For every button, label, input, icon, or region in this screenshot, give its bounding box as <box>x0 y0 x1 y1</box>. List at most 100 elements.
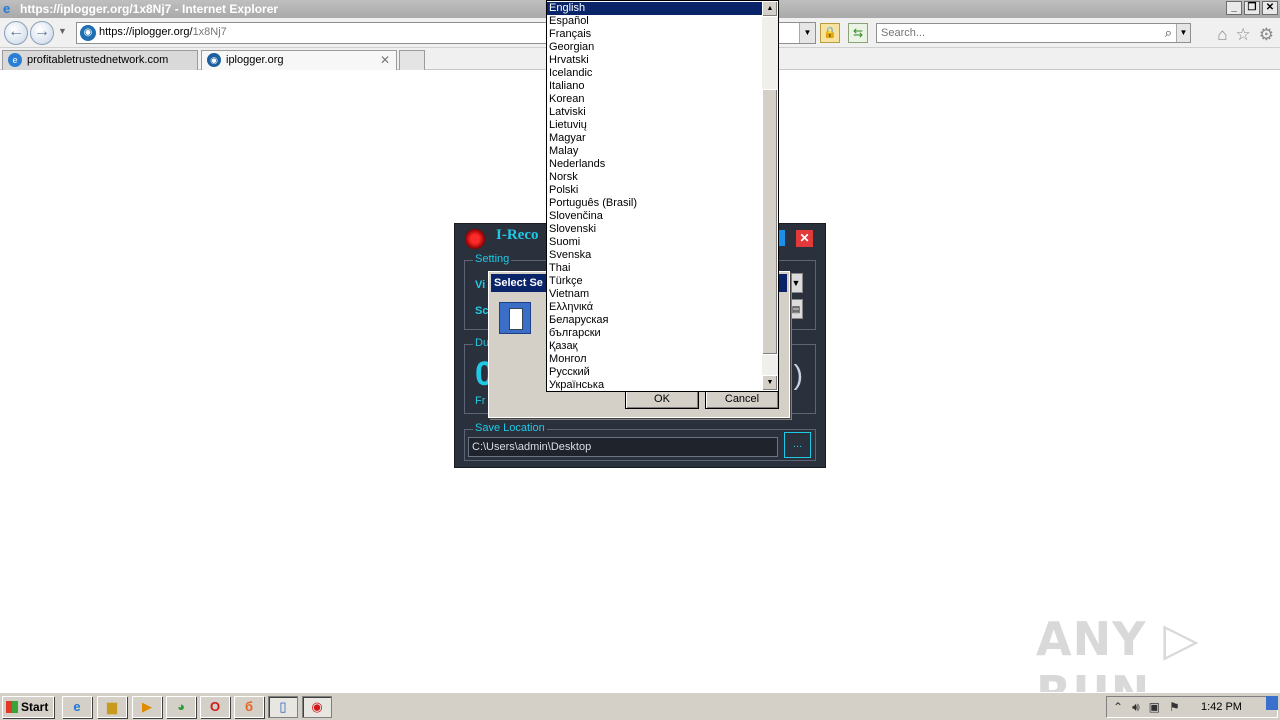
language-option[interactable]: български <box>547 327 763 340</box>
video-setting-label: Vi <box>475 279 486 291</box>
cancel-button[interactable]: Cancel <box>705 389 779 409</box>
language-option[interactable]: Українська <box>547 379 763 391</box>
volume-icon[interactable]: 🔊︎ <box>1132 697 1140 717</box>
site-favicon-icon: ◉ <box>207 53 221 67</box>
language-option[interactable]: Slovenski <box>547 223 763 236</box>
back-button[interactable]: ← <box>4 21 28 45</box>
language-option[interactable]: Korean <box>547 93 763 106</box>
language-option[interactable]: Français <box>547 28 763 41</box>
save-location-group: Save Location C:\Users\admin\Desktop ... <box>464 422 816 461</box>
duration-right-glyph: ) <box>793 359 803 390</box>
language-option[interactable]: Hrvatski <box>547 54 763 67</box>
language-dropdown-list[interactable]: English Español Français Georgian Hrvatski Ic… <box>546 0 779 392</box>
language-option[interactable]: Polski <box>547 184 763 197</box>
search-box[interactable]: ⌕ ▼ <box>876 23 1191 43</box>
home-icon[interactable]: ⌂ <box>1217 25 1227 45</box>
action-center-flag-icon[interactable]: ⚑ <box>1169 697 1180 717</box>
language-option[interactable]: Беларуская <box>547 314 763 327</box>
tab-profitabletrustednetwork[interactable]: e profitabletrustednetwork.com <box>2 50 198 70</box>
browser-command-icons: ⌂ ☆ ⚙ <box>1217 25 1274 45</box>
restore-button[interactable]: ❐ <box>1244 1 1260 15</box>
scroll-up-arrow-icon[interactable]: ▲ <box>762 1 778 17</box>
language-option[interactable]: Suomi <box>547 236 763 249</box>
language-options: English Español Français Georgian Hrvatski Ic… <box>547 2 763 391</box>
language-option[interactable]: Icelandic <box>547 67 763 80</box>
dialog-app-icon <box>499 302 531 334</box>
search-input[interactable] <box>881 24 1151 42</box>
taskbar-setup-icon[interactable]: ▯ <box>268 696 298 718</box>
tab-iplogger[interactable]: ◉ iplogger.org ✕ <box>201 50 397 70</box>
source-picker-icon[interactable]: ▤ <box>789 299 803 319</box>
tab-label: iplogger.org <box>226 54 284 66</box>
app-minimize-button[interactable] <box>779 230 785 246</box>
language-option[interactable]: Svenska <box>547 249 763 262</box>
taskbar-recorder-icon[interactable]: ◉ <box>302 696 332 718</box>
address-text[interactable]: https://iplogger.org/1x8Nj7 <box>99 26 227 38</box>
language-option[interactable]: Italiano <box>547 80 763 93</box>
language-option[interactable]: Nederlands <box>547 158 763 171</box>
video-dropdown-icon[interactable]: ▼ <box>789 273 803 293</box>
language-option[interactable]: Magyar <box>547 132 763 145</box>
language-option[interactable]: Монгол <box>547 353 763 366</box>
scroll-down-arrow-icon[interactable]: ▼ <box>762 375 778 391</box>
language-option[interactable]: Thai <box>547 262 763 275</box>
system-tray: ⌃ 🔊︎ ▣ ⚑ 1:42 PM <box>1106 696 1278 718</box>
frame-label: Fr <box>475 395 486 407</box>
window-title: https://iplogger.org/1x8Nj7 - Internet E… <box>20 2 279 16</box>
close-window-button[interactable]: ✕ <box>1262 1 1278 15</box>
recent-pages-dropdown-icon[interactable]: ▼ <box>58 26 67 36</box>
language-option[interactable]: Türkçe <box>547 275 763 288</box>
language-option[interactable]: Español <box>547 15 763 28</box>
language-option[interactable]: Русский <box>547 366 763 379</box>
site-favicon-icon: ◉ <box>80 25 96 41</box>
language-option[interactable]: Georgian <box>547 41 763 54</box>
close-tab-icon[interactable]: ✕ <box>380 51 390 69</box>
tab-label: profitabletrustednetwork.com <box>27 54 169 66</box>
forward-button[interactable]: → <box>30 21 54 45</box>
language-option[interactable]: Ελληνικά <box>547 301 763 314</box>
language-list-scrollbar[interactable]: ▲ ▼ <box>762 1 778 391</box>
search-icon[interactable]: ⌕ <box>1165 25 1172 41</box>
scroll-thumb[interactable] <box>762 89 778 355</box>
favorites-star-icon[interactable]: ☆ <box>1236 25 1251 45</box>
app-close-button[interactable]: ✕ <box>796 230 813 247</box>
settings-gear-icon[interactable]: ⚙ <box>1259 25 1274 45</box>
taskbar-explorer-icon[interactable]: ▆ <box>97 696 127 718</box>
ok-button[interactable]: OK <box>625 389 699 409</box>
language-option[interactable]: Português (Brasil) <box>547 197 763 210</box>
taskbar-browser-b-icon[interactable]: б <box>234 696 264 718</box>
taskbar-ie-icon[interactable]: e <box>62 696 92 718</box>
taskbar: Start e ▆ ▶ ◕ O б ▯ ◉ ⌃ 🔊︎ ▣ ⚑ 1:42 PM <box>0 692 1280 720</box>
language-option[interactable]: English <box>547 2 763 15</box>
network-icon[interactable]: ▣ <box>1149 697 1160 717</box>
show-hidden-icons-icon[interactable]: ⌃ <box>1113 697 1123 717</box>
save-location-legend: Save Location <box>473 422 547 434</box>
language-option[interactable]: Norsk <box>547 171 763 184</box>
tray-icons: ⌃ 🔊︎ ▣ ⚑ <box>1113 697 1180 717</box>
minimize-button[interactable]: _ <box>1226 1 1242 15</box>
compatibility-refresh-icon[interactable]: ⇆ <box>848 23 868 43</box>
language-option[interactable]: Malay <box>547 145 763 158</box>
ie-page-icon: e <box>8 53 22 67</box>
window-controls: _ ❐ ✕ <box>1226 1 1278 15</box>
browse-folder-button[interactable]: ... <box>784 432 811 458</box>
address-dropdown-icon[interactable]: ▼ <box>799 23 815 43</box>
taskbar-chrome-icon[interactable]: ◕ <box>166 696 196 718</box>
start-label: Start <box>21 700 49 714</box>
new-tab-button[interactable] <box>399 50 425 70</box>
language-option[interactable]: Latviski <box>547 106 763 119</box>
language-option[interactable]: Slovenčina <box>547 210 763 223</box>
start-button[interactable]: Start <box>2 696 54 718</box>
language-option[interactable]: Қазақ <box>547 340 763 353</box>
app-title: I-Reco <box>496 227 539 243</box>
clock[interactable]: 1:42 PM <box>1201 697 1242 717</box>
show-desktop-button[interactable] <box>1266 696 1278 710</box>
language-option[interactable]: Lietuvių <box>547 119 763 132</box>
search-provider-dropdown-icon[interactable]: ▼ <box>1176 24 1190 42</box>
taskbar-opera-icon[interactable]: O <box>200 696 230 718</box>
taskbar-media-player-icon[interactable]: ▶ <box>132 696 162 718</box>
save-path-field[interactable]: C:\Users\admin\Desktop <box>468 437 778 457</box>
language-option[interactable]: Vietnam <box>547 288 763 301</box>
internet-explorer-icon: e <box>3 1 11 16</box>
security-lock-icon[interactable]: 🔒 <box>820 23 840 43</box>
